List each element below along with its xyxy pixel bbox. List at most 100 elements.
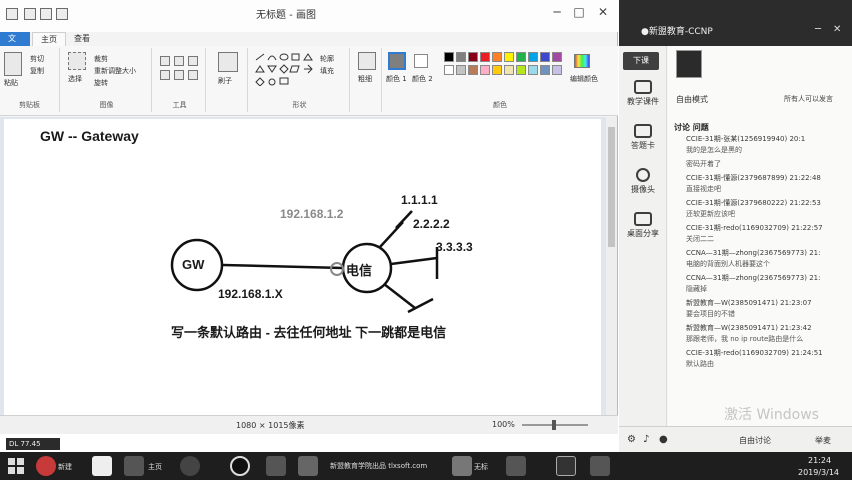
brushes-button[interactable]: 刷子 (218, 76, 232, 86)
color1-label[interactable]: 颜色 1 (386, 74, 407, 84)
message-header: CCNA—31期—zhong(2367569773) 21: (686, 274, 821, 282)
app-icon-7[interactable] (298, 456, 318, 476)
chat-minimize-button[interactable]: ─ (815, 24, 821, 35)
settings-icon[interactable]: ⚙ (627, 434, 636, 445)
minimize-button[interactable]: ─ (548, 4, 566, 20)
select-button[interactable]: 选择 (68, 74, 82, 84)
shapes-gallery-icon[interactable] (254, 52, 316, 86)
camera-button[interactable]: 摄像头 (623, 164, 663, 206)
app-icon-3[interactable] (124, 456, 144, 476)
edit-colors-button[interactable]: 编辑颜色 (570, 74, 598, 84)
maximize-button[interactable]: □ (570, 4, 588, 20)
palette-swatch[interactable] (552, 52, 562, 62)
magnifier-icon[interactable] (188, 70, 198, 80)
vertical-scrollbar[interactable] (606, 117, 617, 415)
size-button[interactable]: 粗细 (358, 74, 372, 84)
screen-share-label: 桌面分享 (627, 229, 659, 238)
window-title: 无标题 - 画图 (256, 10, 316, 21)
route3-label: 3.3.3.3 (436, 240, 473, 254)
copy-button[interactable]: 复制 (30, 66, 44, 76)
scroll-thumb[interactable] (608, 127, 615, 247)
edit-colors-icon[interactable] (574, 54, 590, 68)
message-body: 电脑的背面别人机器要这个 (686, 260, 770, 268)
tab-file[interactable]: 文件 (0, 32, 30, 57)
brush-icon[interactable] (218, 52, 238, 72)
message-body: 要会项目的不错 (686, 310, 735, 318)
cut-button[interactable]: 剪切 (30, 54, 44, 64)
end-class-button[interactable]: 下课 (623, 52, 659, 70)
fill-button[interactable]: 填充 (320, 66, 334, 76)
palette-swatch[interactable] (444, 65, 454, 75)
raise-mic-button[interactable]: 举麦 (815, 435, 831, 446)
palette-swatch[interactable] (552, 65, 562, 75)
palette-swatch[interactable] (540, 52, 550, 62)
chat-mode: 自由模式 (676, 95, 708, 104)
start-button[interactable] (8, 458, 24, 474)
message-body: 那跟老师，我 no ip route路由是什么 (686, 335, 804, 343)
palette-swatch[interactable] (456, 52, 466, 62)
chat-sidebar: 下课 教学课件 答题卡 摄像头 桌面分享 (619, 46, 667, 426)
paint-window: 无标题 - 画图 ─ □ ✕ 文件 主页 查看 粘贴 剪切 复制 剪贴板 选择 … (0, 0, 618, 434)
palette-swatch[interactable] (468, 52, 478, 62)
sogou-app-icon[interactable] (36, 456, 56, 476)
palette-swatch[interactable] (528, 65, 538, 75)
app-icon-2[interactable] (92, 456, 112, 476)
mic-icon[interactable]: ● (659, 434, 668, 445)
color2-swatch[interactable] (414, 54, 428, 68)
chat-tabs[interactable]: 讨论 问题 (674, 122, 709, 133)
paste-button[interactable]: 粘贴 (4, 78, 18, 88)
chat-close-button[interactable]: ✕ (833, 24, 841, 35)
redo-icon[interactable] (56, 8, 68, 20)
pencil-icon[interactable] (160, 56, 170, 66)
outline-button[interactable]: 轮廓 (320, 54, 334, 64)
picker-icon[interactable] (174, 70, 184, 80)
eraser-icon[interactable] (160, 70, 170, 80)
palette-swatch[interactable] (516, 65, 526, 75)
app-icon-4[interactable] (180, 456, 200, 476)
palette-swatch[interactable] (528, 52, 538, 62)
palette-swatch[interactable] (504, 52, 514, 62)
free-discussion-button[interactable]: 自由讨论 (739, 435, 771, 446)
save-icon[interactable] (24, 8, 36, 20)
answer-card-button[interactable]: 答题卡 (623, 120, 663, 162)
tab-view[interactable]: 查看 (66, 32, 98, 46)
palette-swatch[interactable] (492, 52, 502, 62)
select-icon[interactable] (68, 52, 86, 70)
palette-swatch[interactable] (480, 65, 490, 75)
paste-icon[interactable] (4, 52, 22, 76)
undo-icon[interactable] (40, 8, 52, 20)
taskbar-item-untitled[interactable]: 无标 (474, 462, 488, 472)
close-button[interactable]: ✕ (594, 4, 612, 20)
app-icon-9[interactable] (506, 456, 526, 476)
palette-swatch[interactable] (492, 65, 502, 75)
crop-button[interactable]: 裁剪 (94, 54, 108, 64)
color2-label[interactable]: 颜色 2 (412, 74, 433, 84)
palette-swatch[interactable] (444, 52, 454, 62)
palette-swatch[interactable] (516, 52, 526, 62)
resize-button[interactable]: 重新调整大小 (94, 66, 136, 76)
palette-swatch[interactable] (480, 52, 490, 62)
color1-swatch[interactable] (388, 52, 406, 70)
network-diagram (170, 210, 439, 314)
screen-share-button[interactable]: 桌面分享 (623, 208, 663, 250)
palette-swatch[interactable] (540, 65, 550, 75)
tab-home[interactable]: 主页 (32, 32, 66, 46)
palette-swatch[interactable] (468, 65, 478, 75)
app-icon-6[interactable] (266, 456, 286, 476)
text-icon[interactable] (188, 56, 198, 66)
app-icon-5[interactable] (230, 456, 250, 476)
paint-taskbar-icon[interactable] (452, 456, 472, 476)
taskbar-item-new[interactable]: 新建 (58, 462, 72, 472)
palette-swatch[interactable] (456, 65, 466, 75)
rotate-button[interactable]: 旋转 (94, 78, 108, 88)
size-icon[interactable] (358, 52, 376, 70)
courseware-button[interactable]: 教学课件 (623, 76, 663, 118)
app-icon-11[interactable] (590, 456, 610, 476)
app-icon-10[interactable] (556, 456, 576, 476)
drawing-canvas[interactable]: GW -- Gateway GW 电信 192.168.1.2 192.168.… (4, 119, 601, 415)
taskbar-item-home[interactable]: 主页 (148, 462, 162, 472)
fill-icon[interactable] (174, 56, 184, 66)
zoom-slider-thumb[interactable] (552, 420, 556, 430)
palette-swatch[interactable] (504, 65, 514, 75)
speaker-icon[interactable]: ♪ (643, 434, 649, 445)
